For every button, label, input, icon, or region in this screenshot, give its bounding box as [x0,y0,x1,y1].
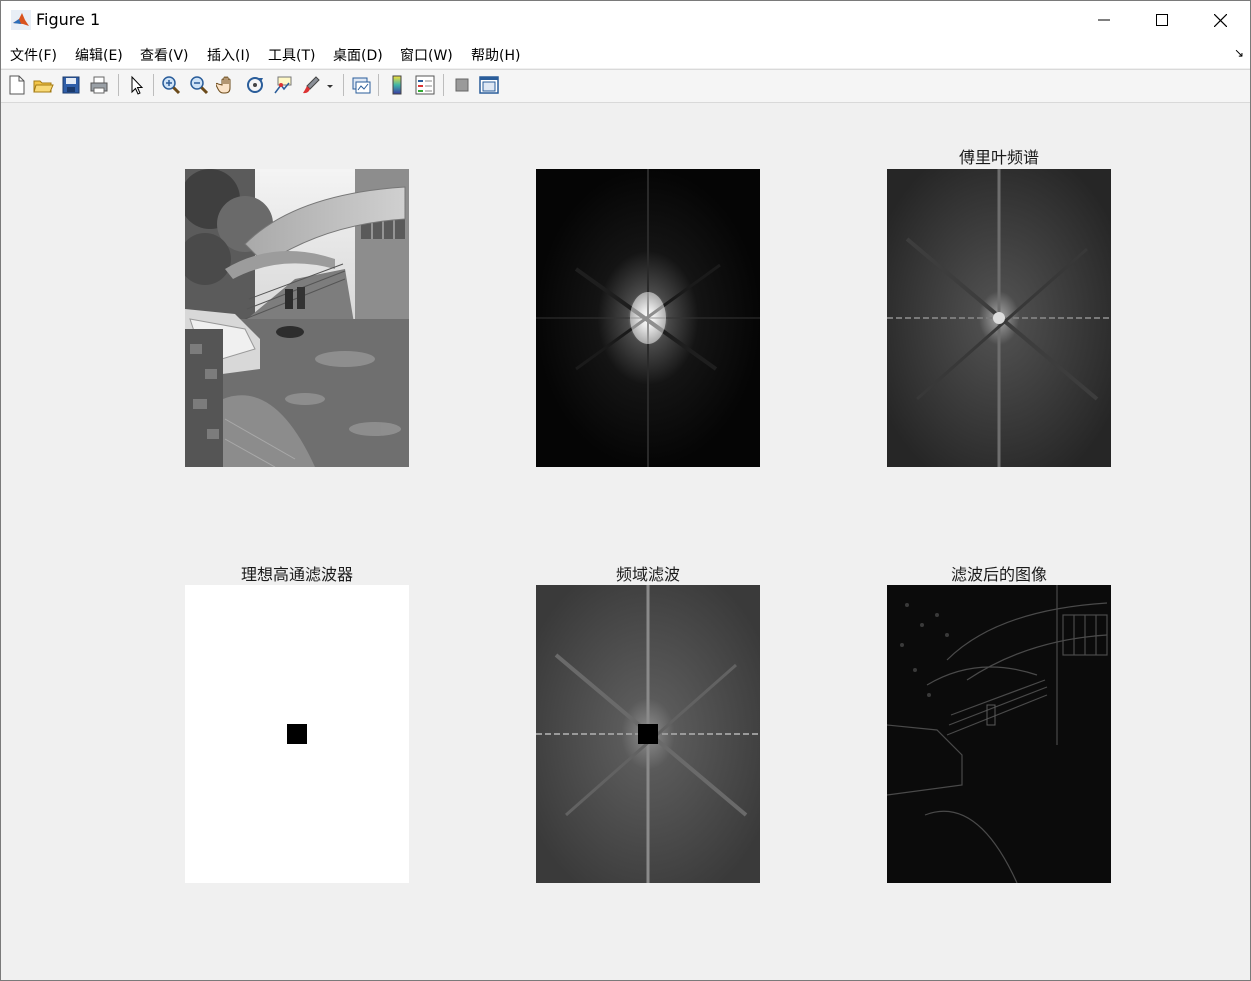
toolbar-separator [118,74,119,96]
toolbar-separator [343,74,344,96]
menu-edit[interactable]: 编辑(E) [75,45,123,65]
brush-icon[interactable] [300,74,322,96]
print-icon[interactable] [88,74,110,96]
open-file-icon[interactable] [32,74,54,96]
save-icon[interactable] [60,74,82,96]
title-bar: Figure 1 [1,1,1250,39]
subplot-title-4: 理想高通滤波器 [240,565,353,584]
close-icon [1213,13,1227,27]
new-figure-icon[interactable] [6,74,28,96]
menu-help[interactable]: 帮助(H) [471,45,520,65]
pointer-icon[interactable] [125,74,147,96]
matlab-logo-icon [11,10,31,30]
minimize-button[interactable] [1075,1,1133,39]
zoom-in-icon[interactable] [160,74,182,96]
menu-tools[interactable]: 工具(T) [268,45,315,65]
axes-original-image[interactable] [185,169,409,467]
maximize-icon [1156,14,1168,26]
zoom-out-icon[interactable] [188,74,210,96]
maximize-button[interactable] [1133,1,1191,39]
menu-insert[interactable]: 插入(I) [207,45,250,65]
link-plot-icon[interactable] [350,74,372,96]
menu-view[interactable]: 查看(V) [140,45,189,65]
colorbar-icon[interactable] [386,74,408,96]
figure-window: Figure 1 文件(F) 编辑(E) 查看(V) 插入(I) 工具(T) 桌… [0,0,1251,981]
subplot-title-5: 频域滤波 [615,565,680,584]
hide-plot-tools-icon[interactable] [451,74,473,96]
chevron-down-icon[interactable] [323,74,337,96]
show-plot-tools-icon[interactable] [478,74,500,96]
rotate-3d-icon[interactable] [244,74,266,96]
dock-arrow-icon[interactable]: ↘ [1234,46,1244,60]
legend-icon[interactable] [414,74,436,96]
close-button[interactable] [1191,1,1249,39]
toolbar-separator [153,74,154,96]
menu-desktop[interactable]: 桌面(D) [333,45,383,65]
toolbar-separator [443,74,444,96]
axes-filtered-spectrum[interactable] [536,585,760,883]
minimize-icon [1098,19,1110,21]
axes-fourier-spectrum[interactable] [536,169,760,467]
toolbar-separator [378,74,379,96]
axes-filtered-image[interactable] [887,585,1111,883]
axes-log-spectrum[interactable] [887,169,1111,467]
data-cursor-icon[interactable] [272,74,294,96]
menu-window[interactable]: 窗口(W) [400,45,453,65]
axes-ideal-highpass-filter[interactable] [185,585,409,883]
window-title: Figure 1 [36,10,101,29]
menu-file[interactable]: 文件(F) [10,45,57,65]
pan-icon[interactable] [216,74,238,96]
subplot-title-3: 傅里叶频谱 [958,148,1039,167]
subplot-title-6: 滤波后的图像 [950,565,1047,584]
